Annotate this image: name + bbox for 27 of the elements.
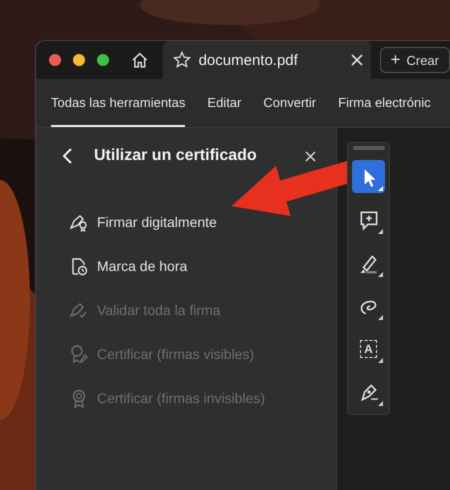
tab-title: documento.pdf bbox=[198, 52, 299, 68]
home-icon[interactable] bbox=[131, 51, 149, 69]
corner-triangle-icon bbox=[378, 401, 383, 406]
corner-triangle-icon bbox=[378, 229, 383, 234]
close-window-button[interactable] bbox=[49, 54, 61, 66]
menu-tab[interactable]: Convertir bbox=[263, 79, 316, 127]
corner-triangle-icon bbox=[378, 358, 383, 363]
back-icon[interactable] bbox=[60, 147, 74, 165]
menu-tab[interactable]: Firma electrónic bbox=[338, 79, 431, 127]
corner-triangle-icon bbox=[378, 272, 383, 277]
panel-item[interactable]: Firmar digitalmente bbox=[36, 200, 336, 244]
panel-title: Utilizar un certificado bbox=[94, 147, 258, 165]
close-icon[interactable] bbox=[350, 54, 363, 66]
panel-item[interactable]: Marca de hora bbox=[36, 244, 336, 288]
corner-triangle-icon bbox=[378, 186, 383, 191]
star-icon[interactable] bbox=[172, 51, 191, 69]
drag-handle[interactable] bbox=[352, 146, 384, 150]
corner-triangle-icon bbox=[378, 315, 383, 320]
minimize-button[interactable] bbox=[73, 54, 85, 66]
document-tab[interactable]: documento.pdf bbox=[162, 41, 371, 79]
seal-pen-icon bbox=[69, 344, 89, 364]
close-icon[interactable] bbox=[305, 150, 316, 162]
text-tool[interactable]: A bbox=[352, 332, 385, 365]
select-tool[interactable] bbox=[352, 160, 385, 193]
create-button[interactable]: + Crear bbox=[380, 47, 450, 73]
menu-tab[interactable]: Editar bbox=[207, 79, 242, 127]
maximize-button[interactable] bbox=[97, 54, 109, 66]
